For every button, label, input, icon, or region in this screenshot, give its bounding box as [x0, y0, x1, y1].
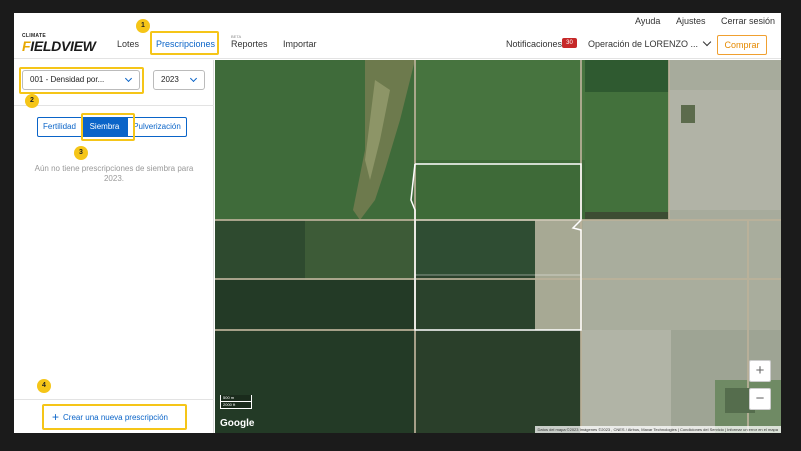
fieldview-logo[interactable]: CLIMATE FIELDVIEW	[22, 34, 96, 54]
nav-prescripciones[interactable]: Prescripciones	[156, 29, 215, 59]
tab-siembra[interactable]: Siembra	[82, 117, 127, 137]
chevron-down-icon[interactable]	[702, 37, 712, 47]
step-marker-4: 4	[37, 379, 51, 393]
year-select[interactable]: 2023	[153, 70, 205, 90]
map-scale: 500 m 2000 ft	[220, 395, 252, 409]
settings-link[interactable]: Ajustes	[676, 16, 706, 26]
prescription-type-tabs: Fertilidad Siembra Pulverización	[37, 117, 187, 137]
nav-lotes[interactable]: Lotes	[117, 29, 139, 59]
notifications-link[interactable]: Notificaciones	[506, 29, 562, 59]
map-attribution[interactable]: Datos del mapa ©2023 Imágenes ©2023 , CN…	[534, 426, 781, 433]
google-logo: Google	[220, 418, 255, 429]
step-marker-2: 2	[25, 94, 39, 108]
step-marker-3: 3	[74, 146, 88, 160]
tab-fertilidad[interactable]: Fertilidad	[37, 117, 82, 137]
app-window: Ayuda Ajustes Cerrar sesión CLIMATE FIEL…	[14, 13, 781, 433]
prescription-select[interactable]: 001 - Densidad por...	[22, 70, 140, 90]
divider	[14, 399, 214, 400]
zoom-out-button[interactable]: −	[749, 388, 771, 410]
nav-reportes[interactable]: Reportes	[231, 29, 268, 59]
help-link[interactable]: Ayuda	[635, 16, 660, 26]
prescriptions-sidebar: 001 - Densidad por... 2023 Fertilidad Si…	[14, 60, 214, 433]
main-header: CLIMATE FIELDVIEW Lotes Prescripciones B…	[14, 29, 781, 59]
tab-pulverizacion[interactable]: Pulverización	[127, 117, 187, 137]
notifications-badge: 30	[562, 38, 577, 48]
nav-importar[interactable]: Importar	[283, 29, 317, 59]
empty-state-message: Aún no tiene prescripciones de siembra p…	[34, 164, 194, 183]
operation-selector[interactable]: Operación de LORENZO ...	[588, 29, 698, 59]
utility-bar: Ayuda Ajustes Cerrar sesión	[14, 13, 781, 29]
chevron-down-icon	[124, 74, 133, 83]
plus-icon: +	[52, 410, 60, 424]
map-imagery	[215, 60, 781, 433]
logout-link[interactable]: Cerrar sesión	[721, 16, 775, 26]
step-marker-1: 1	[136, 19, 150, 33]
buy-button[interactable]: Comprar	[717, 35, 767, 55]
create-prescription-button[interactable]: + Crear una nueva prescripción	[42, 406, 185, 428]
divider	[14, 105, 214, 106]
chevron-down-icon	[189, 74, 198, 83]
satellite-map[interactable]: 500 m 2000 ft Google Datos del mapa ©202…	[215, 60, 781, 433]
zoom-in-button[interactable]: +	[749, 360, 771, 382]
